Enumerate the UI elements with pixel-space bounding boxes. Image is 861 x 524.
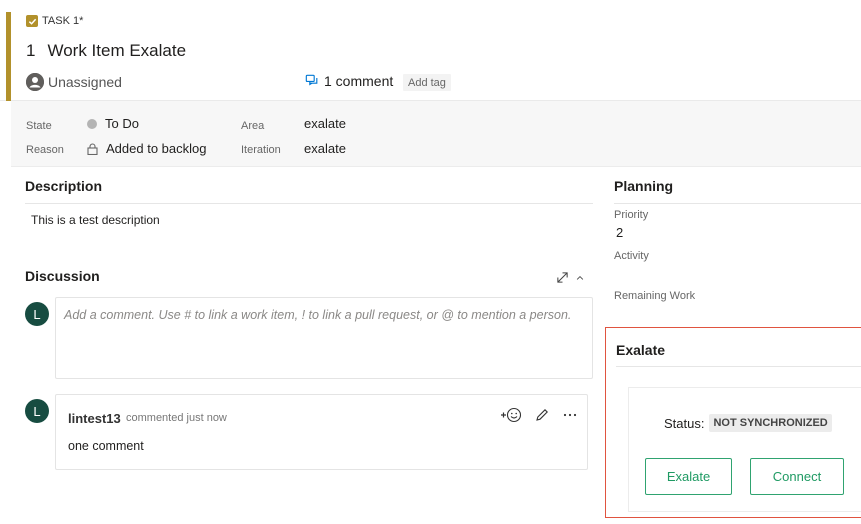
- state-label: State: [26, 120, 52, 132]
- ellipsis-icon[interactable]: [562, 407, 578, 423]
- description-divider: [25, 203, 593, 204]
- state-dropdown[interactable]: To Do: [87, 116, 139, 131]
- task-color-stripe: [6, 12, 11, 101]
- fields-panel: State To Do Reason Added to backlog Area…: [11, 101, 861, 167]
- comment-author-avatar: L: [25, 399, 49, 423]
- iteration-value[interactable]: exalate: [304, 141, 346, 156]
- state-value: To Do: [105, 116, 139, 131]
- assignee-label: Unassigned: [48, 74, 122, 90]
- chat-icon: [305, 74, 318, 86]
- comment-author: lintest13: [68, 411, 121, 426]
- comment-actions: [500, 407, 578, 423]
- comment-meta: commented just now: [126, 412, 227, 424]
- description-text[interactable]: This is a test description: [31, 213, 160, 227]
- planning-divider: [614, 203, 861, 204]
- reason-field: Added to backlog: [87, 141, 206, 156]
- assignee-picker[interactable]: Unassigned: [26, 73, 122, 91]
- exalate-title: Exalate: [616, 342, 666, 358]
- work-item-type: TASK 1*: [26, 15, 83, 27]
- work-item-id: 1: [26, 41, 36, 60]
- sync-status: Status: NOT SYNCHRONIZED: [664, 414, 832, 432]
- area-label: Area: [241, 120, 265, 132]
- pencil-icon[interactable]: [534, 407, 550, 423]
- reason-value: Added to backlog: [106, 141, 207, 156]
- connect-button[interactable]: Connect: [750, 458, 844, 495]
- comment-card: lintest13 commented just now one comment: [55, 394, 588, 470]
- comment-input[interactable]: Add a comment. Use # to link a work item…: [55, 297, 593, 379]
- exalate-card: Status: NOT SYNCHRONIZED Exalate Connect: [628, 387, 861, 512]
- status-badge: NOT SYNCHRONIZED: [709, 414, 832, 432]
- state-dot-icon: [87, 118, 97, 129]
- expand-diagonal-icon[interactable]: [556, 271, 569, 284]
- work-item-header: TASK 1* 1 Work Item Exalate Unassigned 1…: [0, 0, 861, 101]
- reason-label: Reason: [26, 144, 64, 156]
- comments-count: 1 comment: [324, 73, 394, 89]
- check-square-icon: [26, 15, 38, 27]
- exalate-button[interactable]: Exalate: [645, 458, 732, 495]
- comments-link[interactable]: 1 comment: [305, 73, 393, 89]
- exalate-divider: [616, 366, 861, 367]
- chevron-up-icon[interactable]: [575, 273, 585, 283]
- description-title: Description: [25, 178, 103, 194]
- status-label: Status:: [664, 415, 705, 431]
- remaining-work-label: Remaining Work: [614, 290, 696, 302]
- area-value[interactable]: exalate: [304, 116, 346, 131]
- discussion-title: Discussion: [25, 268, 100, 284]
- work-item-title-row[interactable]: 1 Work Item Exalate: [26, 41, 186, 61]
- current-user-avatar: L: [25, 302, 49, 326]
- discussion-tools: [556, 271, 585, 284]
- add-reaction-icon[interactable]: [500, 407, 522, 423]
- iteration-label: Iteration: [241, 144, 281, 156]
- activity-label: Activity: [614, 250, 649, 262]
- lock-icon: [87, 142, 98, 155]
- add-tag-button[interactable]: Add tag: [403, 74, 451, 91]
- work-item-title[interactable]: Work Item Exalate: [47, 41, 186, 61]
- comment-body: one comment: [68, 439, 144, 453]
- work-item-type-label: TASK 1*: [42, 15, 84, 27]
- priority-value[interactable]: 2: [616, 225, 623, 240]
- priority-label: Priority: [614, 209, 649, 221]
- planning-title: Planning: [614, 178, 674, 194]
- user-avatar-icon: [26, 73, 44, 91]
- exalate-panel: Exalate Status: NOT SYNCHRONIZED Exalate…: [605, 327, 861, 518]
